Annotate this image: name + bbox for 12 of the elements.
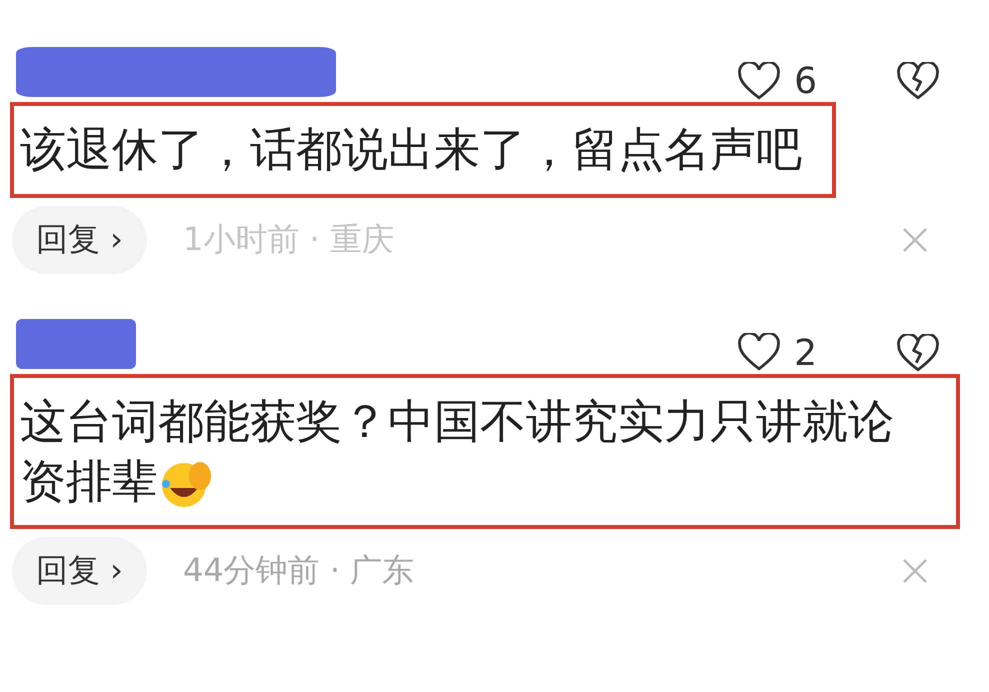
time-location: 44分钟前 · 广东 bbox=[182, 550, 414, 592]
broken-heart-icon[interactable] bbox=[897, 62, 939, 102]
reply-button[interactable]: 回复 › bbox=[12, 537, 147, 606]
comment-text: 这台词都能获奖？中国不讲究实力只讲就论资排辈 bbox=[20, 392, 926, 512]
like-count: 2 bbox=[794, 332, 817, 374]
heart-icon[interactable] bbox=[738, 333, 780, 374]
comment-text: 该退休了，话都说出来了，留点名声吧 bbox=[20, 121, 802, 178]
time-location: 1小时前 · 重庆 bbox=[182, 218, 394, 260]
heart-icon[interactable] bbox=[738, 62, 780, 102]
broken-heart-icon[interactable] bbox=[897, 334, 939, 374]
reply-button[interactable]: 回复 › bbox=[12, 206, 147, 274]
like-count: 6 bbox=[794, 61, 817, 102]
